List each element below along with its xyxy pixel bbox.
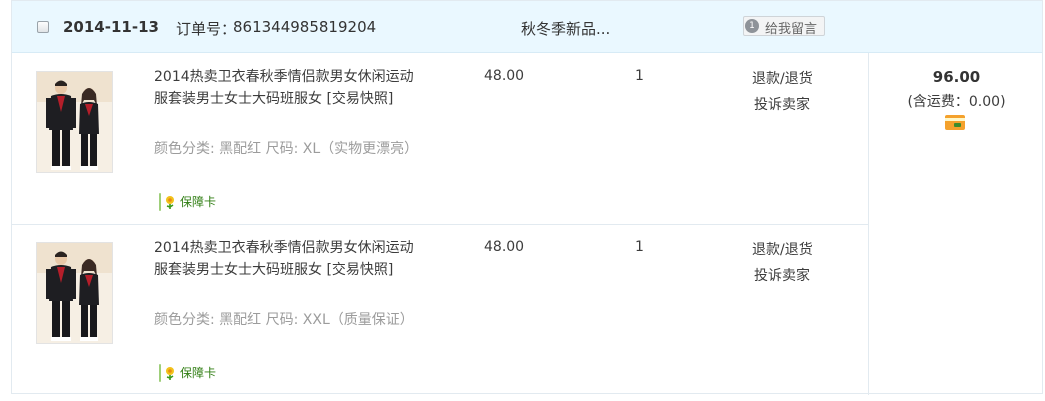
product-thumbnail[interactable] bbox=[36, 242, 113, 344]
quantity: 1 bbox=[635, 239, 644, 255]
complain-seller-link[interactable]: 投诉卖家 bbox=[754, 94, 810, 114]
refund-return-link[interactable]: 退款/退货 bbox=[752, 239, 813, 259]
product-sku: 颜色分类: 黑配红 尺码: XL（实物更漂亮） bbox=[154, 141, 419, 157]
order-number: 861344985819204 bbox=[233, 18, 377, 36]
product-title-link[interactable]: 2014热卖卫衣春秋季情侣款男女休闲运动服套装男士女士大码班服女 [交易快照] bbox=[154, 66, 419, 110]
complain-seller-link[interactable]: 投诉卖家 bbox=[754, 265, 810, 285]
credit-card-icon[interactable] bbox=[945, 115, 965, 130]
quantity: 1 bbox=[635, 68, 644, 84]
leave-message-label: 给我留言 bbox=[765, 22, 818, 37]
unit-price: 48.00 bbox=[484, 68, 525, 84]
unit-price: 48.00 bbox=[484, 239, 525, 255]
product-title-link[interactable]: 2014热卖卫衣春秋季情侣款男女休闲运动服套装男士女士大码班服女 [交易快照] bbox=[154, 237, 419, 281]
order-date: 2014-11-13 bbox=[63, 18, 159, 36]
guarantee-card-badge[interactable]: 保障卡 bbox=[159, 364, 216, 382]
order-item: 2014热卖卫衣春秋季情侣款男女休闲运动服套装男士女士大码班服女 [交易快照] … bbox=[12, 224, 868, 394]
order-card: 2014-11-13 订单号： 861344985819204 秋冬季新品...… bbox=[11, 0, 1044, 395]
order-item: 2014热卖卫衣春秋季情侣款男女休闲运动服套装男士女士大码班服女 [交易快照] … bbox=[12, 53, 868, 225]
shipping-fee: (含运费：0.00) bbox=[907, 94, 1006, 110]
order-total-column: 96.00 (含运费：0.00) bbox=[868, 53, 1044, 395]
leave-message-button[interactable]: 1 给我留言 bbox=[743, 16, 825, 37]
message-count-badge: 1 bbox=[745, 19, 759, 33]
order-header: 2014-11-13 订单号： 861344985819204 秋冬季新品...… bbox=[12, 1, 1042, 53]
shop-name-link[interactable]: 秋冬季新品... bbox=[521, 18, 610, 39]
guarantee-card-badge[interactable]: 保障卡 bbox=[159, 193, 216, 211]
product-sku: 颜色分类: 黑配红 尺码: XXL（质量保证） bbox=[154, 312, 414, 328]
product-photo-icon bbox=[37, 243, 112, 343]
order-checkbox[interactable] bbox=[37, 21, 49, 33]
guarantee-card-label: 保障卡 bbox=[180, 366, 217, 380]
guarantee-card-label: 保障卡 bbox=[180, 195, 217, 209]
order-number-label: 订单号： bbox=[176, 20, 237, 38]
order-total: 96.00 bbox=[932, 68, 981, 86]
flower-icon bbox=[166, 196, 174, 209]
flower-icon bbox=[166, 367, 174, 380]
refund-return-link[interactable]: 退款/退货 bbox=[752, 68, 813, 88]
product-thumbnail[interactable] bbox=[36, 71, 113, 173]
product-photo-icon bbox=[37, 72, 112, 172]
